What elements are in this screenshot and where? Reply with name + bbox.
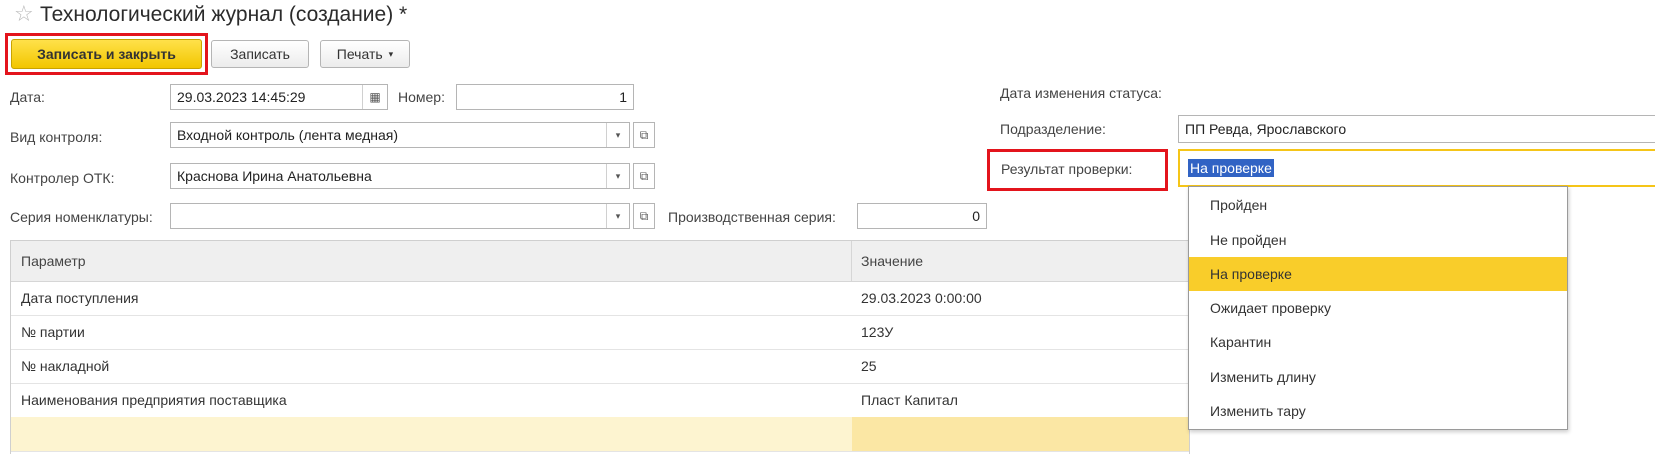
print-button[interactable]: Печать ▾ (320, 40, 410, 68)
calendar-icon[interactable]: ▦ (362, 85, 387, 109)
chevron-down-icon[interactable]: ▾ (606, 164, 629, 188)
division-field[interactable]: ПП Ревда, Ярославского (1178, 115, 1655, 143)
cell-param: № накладной (21, 358, 110, 374)
chevron-down-icon[interactable]: ▾ (606, 123, 629, 147)
current-value-cell (852, 417, 1189, 451)
save-button[interactable]: Записать (211, 40, 309, 68)
table-row[interactable]: Наименования предприятия поставщика Плас… (11, 383, 1189, 418)
date-value: 29.03.2023 14:45:29 (177, 89, 306, 105)
inspector-label: Контролер ОТК: (10, 170, 115, 186)
cell-param: № партии (21, 324, 85, 340)
dropdown-option[interactable]: Пройден (1189, 188, 1567, 222)
column-divider (851, 241, 852, 281)
number-field[interactable]: 1 (456, 84, 634, 110)
dropdown-option-selected[interactable]: На проверке (1189, 257, 1567, 291)
open-form-icon[interactable]: ⧉ (633, 203, 655, 229)
prod-series-value: 0 (972, 208, 980, 224)
table-row[interactable]: Дата поступления 29.03.2023 0:00:00 (11, 281, 1189, 316)
result-label: Результат проверки: (1001, 161, 1133, 177)
page-title: Технологический журнал (создание) * (40, 3, 408, 26)
cell-param: Наименования предприятия поставщика (21, 392, 287, 408)
save-and-close-label: Записать и закрыть (37, 46, 176, 62)
table-row-current[interactable] (11, 417, 1189, 452)
cell-value: Пласт Капитал (861, 392, 958, 408)
dropdown-option[interactable]: Карантин (1189, 325, 1567, 359)
table-header: Параметр Значение (11, 241, 1189, 282)
number-label: Номер: (398, 89, 445, 105)
open-form-icon[interactable]: ⧉ (633, 163, 655, 189)
division-label: Подразделение: (1000, 121, 1106, 137)
inspector-value: Краснова Ирина Анатольевна (177, 168, 372, 184)
print-label: Печать (336, 46, 383, 62)
chevron-down-icon: ▾ (388, 48, 394, 59)
series-field[interactable]: ▾ (170, 203, 630, 229)
prod-series-label: Производственная серия: (668, 209, 836, 225)
control-type-label: Вид контроля: (10, 129, 103, 145)
cell-param: Дата поступления (21, 290, 139, 306)
column-header-parameter[interactable]: Параметр (21, 241, 86, 281)
result-value: На проверке (1188, 159, 1274, 177)
dropdown-option[interactable]: Не пройден (1189, 223, 1567, 257)
inspector-field[interactable]: Краснова Ирина Анатольевна ▾ (170, 163, 630, 189)
prod-series-field[interactable]: 0 (857, 203, 987, 229)
control-type-field[interactable]: Входной контроль (лента медная) ▾ (170, 122, 630, 148)
control-type-value: Входной контроль (лента медная) (177, 127, 399, 143)
cell-value: 25 (861, 358, 877, 374)
table-row[interactable]: № партии 123У (11, 315, 1189, 350)
column-header-value[interactable]: Значение (861, 241, 923, 281)
cell-value: 123У (861, 324, 894, 340)
star-icon[interactable]: ☆ (14, 0, 34, 30)
dropdown-option[interactable]: Изменить тару (1189, 394, 1567, 428)
result-dropdown-list: Пройден Не пройден На проверке Ожидает п… (1188, 186, 1568, 430)
dropdown-option[interactable]: Изменить длину (1189, 360, 1567, 394)
series-label: Серия номенклатуры: (10, 209, 153, 225)
cell-value: 29.03.2023 0:00:00 (861, 290, 982, 306)
open-form-icon[interactable]: ⧉ (633, 122, 655, 148)
parameters-table: Параметр Значение Дата поступления 29.03… (10, 240, 1190, 454)
save-and-close-button[interactable]: Записать и закрыть (11, 39, 202, 69)
number-value: 1 (619, 89, 627, 105)
dropdown-option[interactable]: Ожидает проверку (1189, 291, 1567, 325)
save-label: Записать (230, 46, 290, 62)
table-row[interactable]: № накладной 25 (11, 349, 1189, 384)
date-field[interactable]: 29.03.2023 14:45:29 ▦ (170, 84, 388, 110)
division-value: ПП Ревда, Ярославского (1185, 121, 1347, 137)
status-date-label: Дата изменения статуса: (1000, 85, 1162, 101)
result-field[interactable]: На проверке (1178, 149, 1655, 187)
chevron-down-icon[interactable]: ▾ (606, 204, 629, 228)
date-label: Дата: (10, 89, 45, 105)
